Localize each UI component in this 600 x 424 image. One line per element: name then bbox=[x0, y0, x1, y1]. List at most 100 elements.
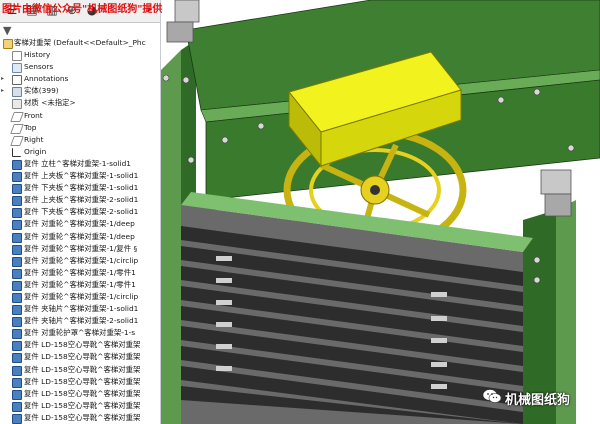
sheave-hub-bore bbox=[370, 185, 380, 195]
tree-item[interactable]: Right bbox=[0, 134, 160, 146]
tree-item-label: 复件 LD-158空心导靴^客梯对重架 bbox=[24, 376, 141, 386]
tree-item[interactable]: 复件 对重轮^客梯对重架-1/复件 § bbox=[0, 243, 160, 255]
tree-item[interactable]: 复件 下夹板^客梯对重架-2-solid1 bbox=[0, 206, 160, 219]
filter-row: ▼ bbox=[0, 23, 160, 37]
tree-item[interactable]: Sensors bbox=[0, 61, 160, 74]
tree-item[interactable]: 复件 下夹板^客梯对重架-1-solid1 bbox=[0, 182, 160, 195]
tree-item-label: 复件 LD-158空心导靴^客梯对重架 bbox=[24, 340, 141, 350]
tree-item[interactable]: 复件 LD-158空心导靴^客梯对重架 bbox=[0, 339, 160, 352]
tree-item[interactable]: Origin bbox=[0, 146, 160, 158]
counterweight-frame-model[interactable] bbox=[161, 0, 600, 424]
plane-icon bbox=[10, 111, 24, 122]
tree-root-label: 客梯对重架 (Default<<Default>_Phc bbox=[14, 38, 146, 47]
expand-arrow-icon[interactable]: ▸ bbox=[1, 85, 7, 97]
tree-item-label: 复件 LD-158空心导靴^客梯对重架 bbox=[24, 364, 141, 374]
tree-item[interactable]: ▸ 实体(399) bbox=[0, 85, 160, 98]
tree-item-label: 复件 LD-158空心导靴^客梯对重架 bbox=[24, 412, 141, 422]
watermark-top-text: 图片由微信公众号"机械图纸狗"提供 bbox=[2, 4, 163, 15]
tree-item-label: 复件 对重轮护罩^客梯对重架-1-s bbox=[24, 328, 136, 338]
tree-item[interactable]: Front bbox=[0, 110, 160, 122]
part-icon bbox=[12, 317, 22, 328]
part-icon bbox=[12, 268, 22, 279]
tree-item[interactable]: 复件 LD-158空心导靴^客梯对重架 bbox=[0, 351, 160, 364]
part-icon bbox=[12, 329, 22, 340]
solid-bodies-icon bbox=[12, 87, 22, 98]
tree-item[interactable]: 复件 对重轮^客梯对重架-1/circlip bbox=[0, 291, 160, 303]
tree-item-label: 复件 夹轴片^客梯对重架-2-solid1 bbox=[24, 316, 139, 326]
wechat-logo-icon bbox=[482, 389, 502, 403]
part-icon bbox=[12, 159, 22, 170]
tree-item-label: Front bbox=[24, 110, 43, 120]
tree-item-label: 复件 对重轮^客梯对重架-1/零件1 bbox=[24, 279, 136, 289]
tree-item[interactable]: 复件 LD-158空心导靴^客梯对重架 bbox=[0, 388, 160, 400]
sensor-icon bbox=[12, 63, 22, 74]
history-icon bbox=[12, 51, 22, 62]
part-icon bbox=[12, 244, 22, 255]
annotations-icon bbox=[12, 75, 22, 86]
tree-item[interactable]: History bbox=[0, 49, 160, 62]
expand-arrow-icon[interactable]: ▸ bbox=[1, 73, 7, 85]
tree-item-label: 复件 上夹板^客梯对重架-1-solid1 bbox=[24, 171, 139, 181]
tree-item-label: 复件 夹轴片^客梯对重架-1-solid1 bbox=[24, 304, 139, 314]
part-icon bbox=[12, 353, 22, 364]
tree-item[interactable]: 复件 LD-158空心导靴^客梯对重架 bbox=[0, 412, 160, 424]
tree-item[interactable]: 复件 对重轮护罩^客梯对重架-1-s bbox=[0, 327, 160, 340]
part-icon bbox=[12, 196, 22, 207]
feature-tree: 客梯对重架 (Default<<Default>_Phc History Sens… bbox=[0, 37, 160, 424]
tree-item-label: 复件 立柱^客梯对重架-1-solid1 bbox=[24, 158, 131, 168]
material-icon bbox=[12, 99, 22, 110]
tree-item-label: 复件 对重轮^客梯对重架-1/deep bbox=[24, 219, 135, 229]
feature-manager-panel: ☰ ▤ ▥ ⊕ ◕ ▸ ▼ 客梯对重架 (Default<<Default>_P… bbox=[0, 0, 161, 424]
plane-icon bbox=[10, 135, 24, 146]
watermark-bottom-text: 机械图纸狗 bbox=[505, 393, 571, 408]
tree-item[interactable]: 复件 上夹板^客梯对重架-1-solid1 bbox=[0, 170, 160, 183]
tree-item-label: 复件 对重轮^客梯对重架-1/circlip bbox=[24, 291, 139, 301]
tree-item-label: 复件 对重轮^客梯对重架-1/circlip bbox=[24, 255, 139, 265]
tree-item[interactable]: 复件 LD-158空心导靴^客梯对重架 bbox=[0, 376, 160, 388]
part-icon bbox=[12, 256, 22, 267]
part-icon bbox=[12, 341, 22, 352]
tree-item[interactable]: ▸ Annotations bbox=[0, 73, 160, 86]
tree-root[interactable]: 客梯对重架 (Default<<Default>_Phc bbox=[0, 37, 160, 49]
tree-item[interactable]: 复件 对重轮^客梯对重架-1/零件1 bbox=[0, 267, 160, 279]
part-icon bbox=[12, 208, 22, 219]
tree-item-label: History bbox=[24, 50, 51, 60]
tree-item-label: 复件 LD-158空心导靴^客梯对重架 bbox=[24, 352, 141, 362]
part-icon bbox=[12, 389, 22, 400]
part-icon bbox=[12, 280, 22, 291]
part-icon bbox=[12, 220, 22, 231]
tree-item-label: 复件 下夹板^客梯对重架-1-solid1 bbox=[24, 183, 139, 193]
tree-item[interactable]: 复件 对重轮^客梯对重架-1/deep bbox=[0, 231, 160, 243]
tree-item[interactable]: 材质 <未指定> bbox=[0, 97, 160, 110]
origin-icon bbox=[12, 147, 21, 157]
tree-item-label: 材质 <未指定> bbox=[24, 98, 76, 108]
tree-item[interactable]: 复件 上夹板^客梯对重架-2-solid1 bbox=[0, 194, 160, 207]
part-icon bbox=[12, 365, 22, 376]
part-icon bbox=[12, 377, 22, 388]
filter-icon[interactable]: ▼ bbox=[3, 24, 11, 37]
tree-item-label: Top bbox=[24, 122, 37, 132]
tree-item-label: Annotations bbox=[24, 74, 69, 84]
tree-item[interactable]: 复件 夹轴片^客梯对重架-1-solid1 bbox=[0, 303, 160, 316]
tree-item-label: 复件 对重轮^客梯对重架-1/零件1 bbox=[24, 267, 136, 277]
tree-item[interactable]: 复件 LD-158空心导靴^客梯对重架 bbox=[0, 400, 160, 412]
tree-item[interactable]: Top bbox=[0, 122, 160, 134]
tree-item[interactable]: 复件 对重轮^客梯对重架-1/deep bbox=[0, 218, 160, 231]
graphics-area[interactable]: ⌕⊞↶▨◈◐◉◑▣⚙ bbox=[161, 0, 600, 424]
tree-item-label: 实体(399) bbox=[24, 86, 59, 96]
tree-item-label: 复件 对重轮^客梯对重架-1/deep bbox=[24, 231, 135, 241]
tree-item[interactable]: 复件 夹轴片^客梯对重架-2-solid1 bbox=[0, 315, 160, 328]
tree-item[interactable]: 复件 立柱^客梯对重架-1-solid1 bbox=[0, 158, 160, 170]
tree-item[interactable]: 复件 LD-158空心导靴^客梯对重架 bbox=[0, 364, 160, 376]
guide-shoe-top-right bbox=[540, 169, 572, 217]
tree-item-label: Origin bbox=[24, 146, 47, 156]
part-icon bbox=[12, 305, 22, 316]
part-icon bbox=[12, 292, 22, 303]
tree-item[interactable]: 复件 对重轮^客梯对重架-1/circlip bbox=[0, 255, 160, 267]
tree-item-label: 复件 LD-158空心导靴^客梯对重架 bbox=[24, 388, 141, 398]
part-icon bbox=[12, 232, 22, 243]
assembly-icon bbox=[3, 39, 13, 49]
part-icon bbox=[12, 172, 22, 183]
tree-item[interactable]: 复件 对重轮^客梯对重架-1/零件1 bbox=[0, 279, 160, 291]
plane-icon bbox=[10, 123, 24, 134]
